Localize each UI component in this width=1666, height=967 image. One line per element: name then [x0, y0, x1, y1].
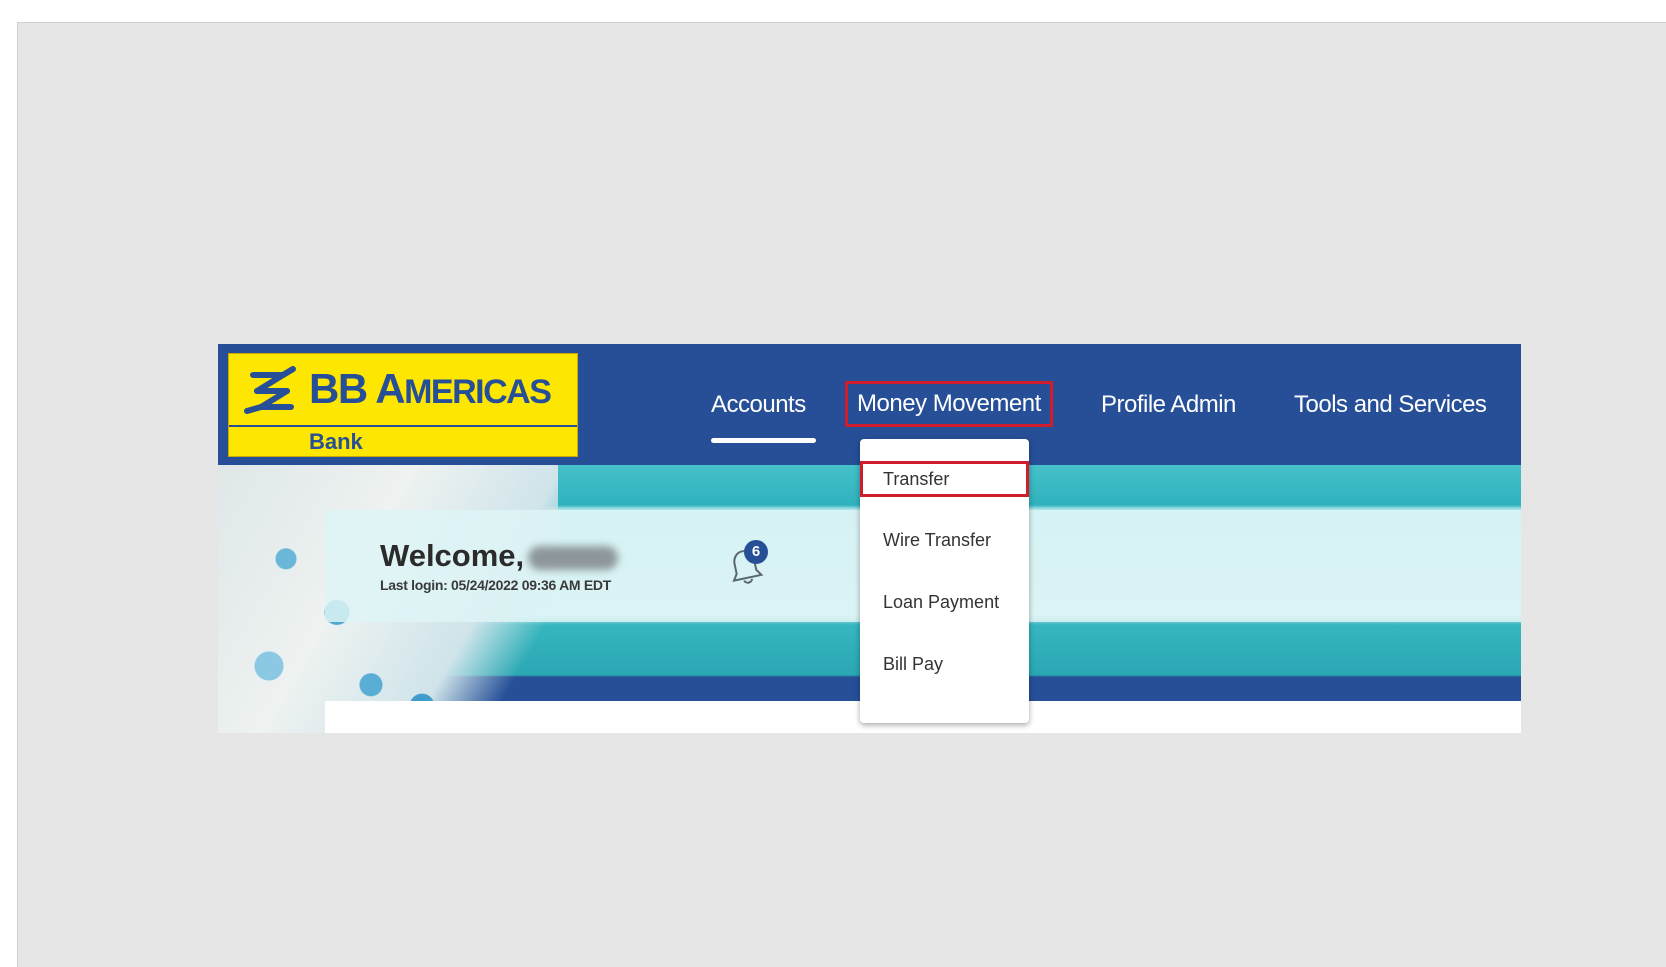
nav-tools-and-services[interactable]: Tools and Services: [1294, 390, 1487, 420]
nav-active-indicator: [711, 438, 816, 443]
notification-count-badge: 6: [744, 540, 768, 564]
nav-money-movement[interactable]: Money Movement: [845, 381, 1053, 427]
bb-americas-logo[interactable]: BB AMERICAS Bank: [228, 353, 578, 457]
logo-divider: [229, 425, 577, 427]
menu-item-transfer[interactable]: Transfer: [860, 461, 1029, 497]
notifications-button[interactable]: 6: [725, 540, 769, 586]
bank-app-screenshot: BB AMERICAS Bank Accounts Money Movement…: [218, 344, 1521, 733]
screenshot-canvas: BB AMERICAS Bank Accounts Money Movement…: [17, 22, 1666, 967]
menu-item-wire-transfer[interactable]: Wire Transfer: [860, 522, 1029, 558]
money-movement-dropdown: Transfer Wire Transfer Loan Payment Bill…: [860, 439, 1029, 723]
logo-subtitle: Bank: [309, 429, 363, 454]
logo-title: BB AMERICAS: [309, 365, 552, 412]
nav-profile-admin[interactable]: Profile Admin: [1101, 390, 1236, 420]
welcome-heading: Welcome,: [380, 538, 619, 574]
bb-logo-icon: [244, 366, 296, 414]
menu-item-loan-payment[interactable]: Loan Payment: [860, 584, 1029, 620]
redacted-user-name: [528, 546, 619, 570]
nav-accounts[interactable]: Accounts: [711, 390, 806, 420]
menu-item-bill-pay[interactable]: Bill Pay: [860, 646, 1029, 682]
last-login-text: Last login: 05/24/2022 09:36 AM EDT: [380, 577, 611, 593]
